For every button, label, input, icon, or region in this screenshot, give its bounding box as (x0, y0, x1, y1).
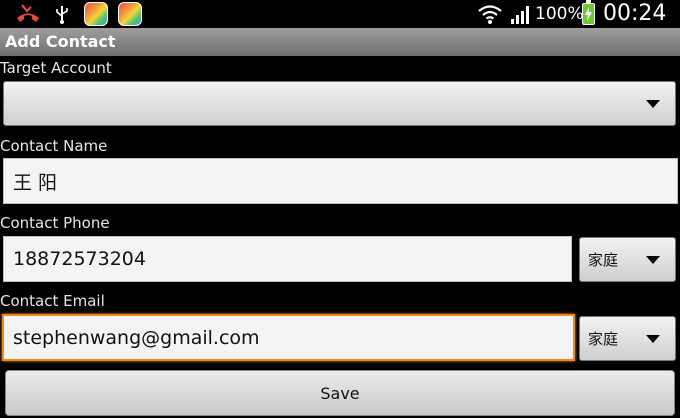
dropdown-arrow-icon (646, 334, 660, 343)
title-bar: Add Contact (0, 28, 680, 56)
signal-icon (508, 0, 534, 28)
clock: 00:24 (603, 1, 667, 26)
phone-type-spinner[interactable]: 家庭 (579, 237, 676, 282)
contact-email-label: Contact Email (0, 292, 105, 310)
email-type-spinner[interactable]: 家庭 (579, 316, 676, 361)
contact-email-input[interactable]: stephenwang@gmail.com (2, 314, 575, 361)
target-account-spinner[interactable] (3, 81, 676, 126)
dropdown-arrow-icon (646, 99, 660, 108)
contact-name-label: Contact Name (0, 137, 108, 155)
contact-phone-label: Contact Phone (0, 214, 110, 232)
save-button[interactable]: Save (5, 370, 675, 416)
usb-icon (54, 0, 70, 28)
wifi-icon (477, 0, 503, 28)
dropdown-arrow-icon (646, 255, 660, 264)
battery-percent: 100% (535, 4, 584, 24)
battery-charging-icon (582, 0, 595, 25)
contact-phone-input[interactable]: 18872573204 (3, 236, 572, 282)
email-type-value: 家庭 (588, 330, 619, 348)
contact-name-input[interactable]: 王 阳 (3, 158, 678, 204)
target-account-label: Target Account (0, 59, 112, 77)
phone-type-value: 家庭 (588, 251, 619, 269)
missed-call-icon (14, 0, 42, 28)
app-icon (84, 2, 108, 26)
app-icon (118, 2, 142, 26)
status-bar: 100% 00:24 (0, 0, 680, 28)
page-title: Add Contact (5, 32, 116, 51)
